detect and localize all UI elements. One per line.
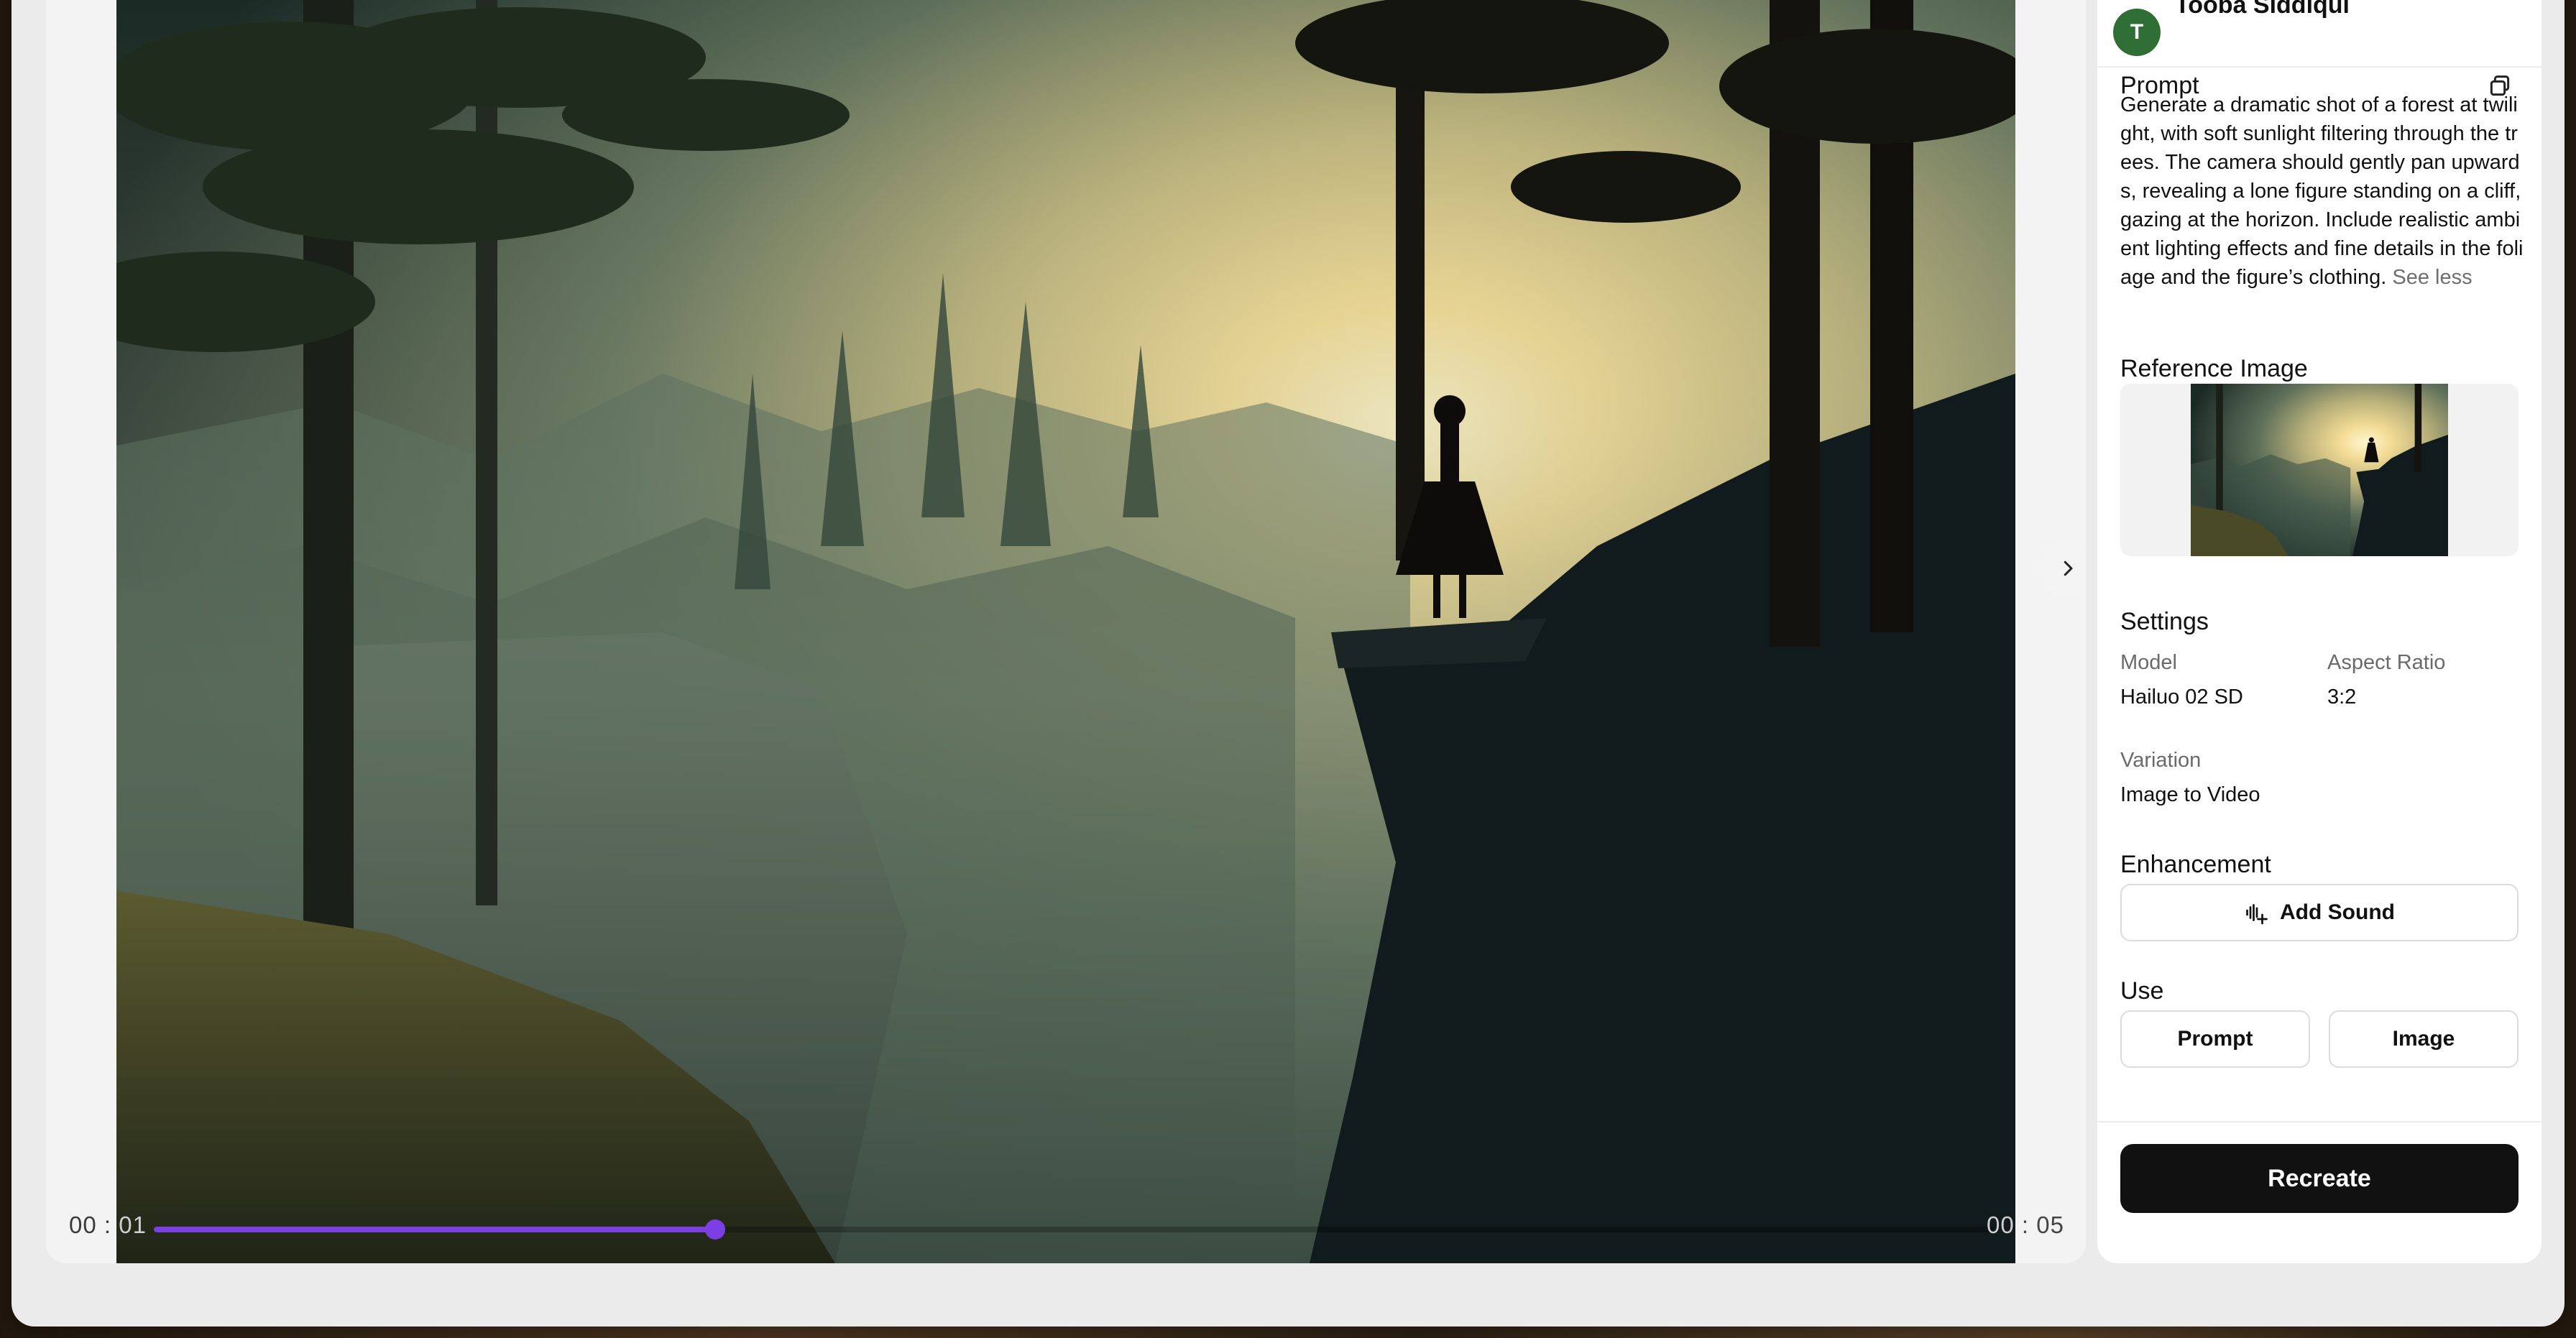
model-label: Model <box>2120 651 2177 674</box>
variation-label: Variation <box>2120 749 2202 772</box>
add-sound-button[interactable]: Add Sound <box>2120 884 2518 941</box>
progress-handle[interactable] <box>704 1219 725 1240</box>
add-sound-label: Add Sound <box>2280 900 2395 924</box>
aspect-ratio-label: Aspect Ratio <box>2327 651 2446 674</box>
settings-heading: Settings <box>2120 608 2209 635</box>
video-frame <box>116 0 2015 1263</box>
next-video-button[interactable] <box>2040 540 2086 596</box>
recreate-label: Recreate <box>2268 1164 2371 1192</box>
total-duration: 00 : 05 <box>1987 1212 2064 1238</box>
use-prompt-button[interactable]: Prompt <box>2120 1010 2310 1068</box>
author-name[interactable]: Tooba Siddiqui <box>2175 0 2350 19</box>
prompt-body: Generate a dramatic shot of a forest at … <box>2120 93 2524 289</box>
forest-scene-image <box>116 0 2015 1263</box>
reference-image-heading: Reference Image <box>2120 355 2308 382</box>
details-panel: T Tooba Siddiqui Prompt Generate a drama… <box>2097 0 2542 1263</box>
use-prompt-label: Prompt <box>2177 1027 2253 1051</box>
prompt-text: Generate a dramatic shot of a forest at … <box>2120 91 2524 292</box>
sound-wave-plus-icon <box>2246 904 2268 925</box>
divider <box>2097 1121 2542 1122</box>
model-value: Hailuo 02 SD <box>2120 686 2243 709</box>
reference-image-container[interactable] <box>2120 384 2518 556</box>
video-detail-modal: 00 : 01 00 : 05 T Tooba Siddiqui Prompt <box>12 0 2564 1327</box>
reference-image <box>2191 384 2448 556</box>
reference-thumbnail-image <box>2191 384 2448 556</box>
use-image-label: Image <box>2392 1027 2455 1051</box>
author-row: T Tooba Siddiqui <box>2097 0 2542 68</box>
progress-fill <box>154 1227 715 1232</box>
progress-bar[interactable] <box>154 1219 1994 1240</box>
aspect-ratio-value: 3:2 <box>2327 686 2357 709</box>
use-heading: Use <box>2120 977 2164 1005</box>
enhancement-heading: Enhancement <box>2120 851 2271 878</box>
current-time: 00 : 01 <box>69 1212 147 1238</box>
chevron-right-icon <box>2064 560 2073 576</box>
see-less-link[interactable]: See less <box>2392 266 2472 289</box>
video-player[interactable]: 00 : 01 00 : 05 <box>46 0 2086 1263</box>
use-image-button[interactable]: Image <box>2329 1010 2518 1068</box>
avatar[interactable]: T <box>2113 9 2161 56</box>
recreate-button[interactable]: Recreate <box>2120 1144 2518 1213</box>
variation-value: Image to Video <box>2120 783 2260 806</box>
